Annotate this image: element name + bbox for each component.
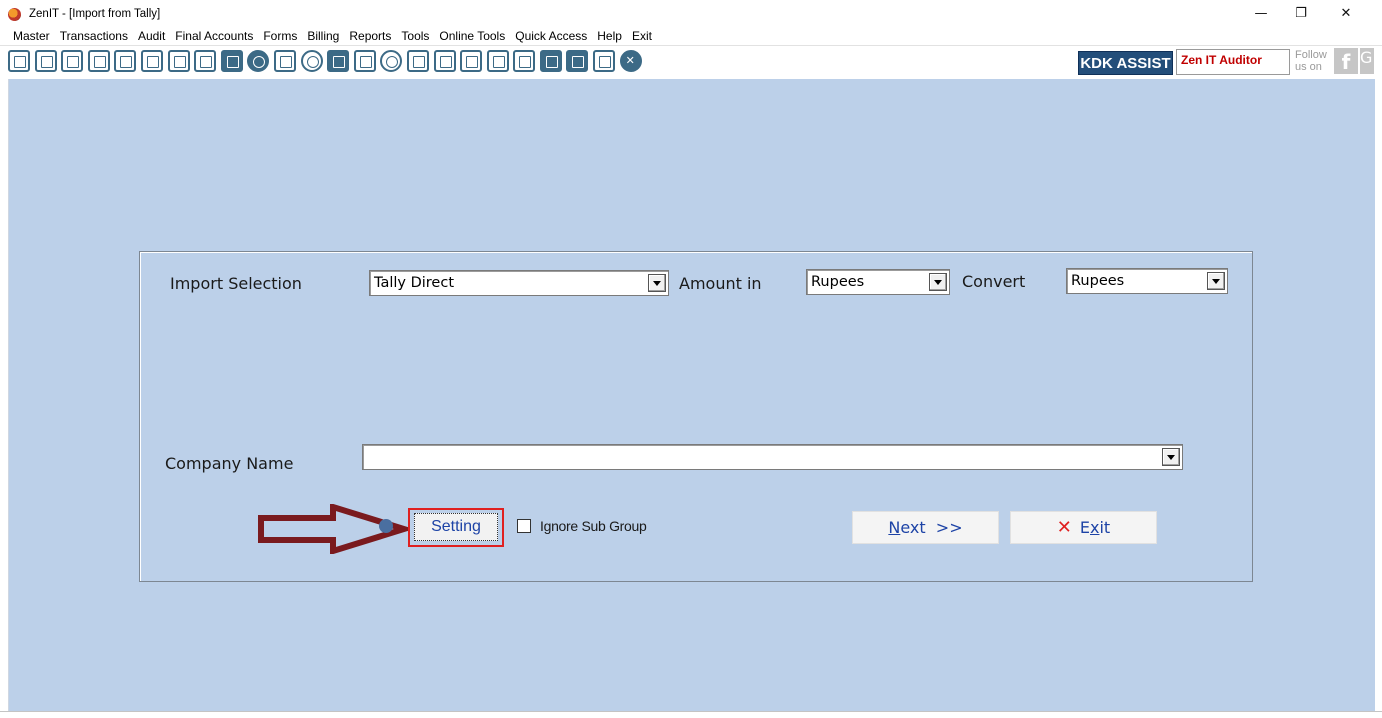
company-name-label: Company Name — [165, 454, 294, 473]
close-window-button[interactable]: ✕ — [1323, 0, 1369, 26]
close-circle-icon[interactable] — [619, 50, 642, 72]
building-icon[interactable] — [61, 50, 84, 72]
import-selection-dropdown[interactable]: Tally Direct — [369, 270, 669, 296]
exit-prefix: E — [1079, 518, 1090, 537]
amount-in-value: Rupees — [811, 274, 865, 290]
import-selection-value: Tally Direct — [374, 275, 455, 291]
rupee-icon[interactable] — [8, 50, 30, 72]
convert-value: Rupees — [1071, 273, 1125, 289]
toolbar-icons — [8, 50, 646, 72]
setting-button[interactable]: Setting — [414, 513, 498, 541]
zenit-app-icon — [8, 8, 21, 21]
info-icon[interactable] — [380, 50, 403, 72]
close-icon: ✕ — [1056, 517, 1072, 538]
exit-button[interactable]: ✕ Ex it — [1010, 511, 1157, 544]
exit-suffix: it — [1099, 518, 1111, 537]
window-title: ZenIT - [Import from Tally] — [29, 8, 161, 20]
restore-button[interactable]: ❐ — [1278, 0, 1324, 26]
company-name-dropdown[interactable] — [362, 444, 1183, 470]
google-icon[interactable]: G — [1360, 48, 1374, 74]
menu-reports[interactable]: Reports — [344, 29, 396, 43]
home-icon[interactable] — [34, 50, 57, 72]
search-doc-icon[interactable] — [513, 50, 536, 72]
menu-bar: Master Transactions Audit Final Accounts… — [0, 26, 1382, 45]
bs-icon[interactable] — [539, 50, 562, 72]
toolbar — [0, 45, 1382, 78]
amount-in-dropdown[interactable]: Rupees — [806, 269, 950, 295]
facebook-icon[interactable]: f — [1334, 48, 1358, 74]
chevron-down-icon[interactable] — [648, 274, 666, 292]
bs-sch-icon[interactable] — [566, 50, 589, 72]
menu-master[interactable]: Master — [8, 29, 55, 43]
kdk-assist-button[interactable]: KDK ASSIST — [1078, 51, 1173, 75]
calendar-icon[interactable] — [460, 50, 483, 72]
help-dot-icon — [379, 519, 393, 533]
menu-forms[interactable]: Forms — [258, 29, 302, 43]
pie-chart-icon[interactable] — [300, 50, 323, 72]
chevron-down-icon[interactable] — [1162, 448, 1180, 466]
import-selection-label: Import Selection — [170, 274, 302, 293]
menu-quick-access[interactable]: Quick Access — [510, 29, 592, 43]
amount-in-label: Amount in — [679, 274, 762, 293]
record-icon[interactable] — [247, 50, 270, 72]
exit-mnemonic: x — [1090, 518, 1100, 537]
menu-billing[interactable]: Billing — [302, 29, 344, 43]
folder-icon[interactable] — [486, 50, 509, 72]
user-doc-icon[interactable] — [433, 50, 456, 72]
ignore-sub-group-label: Ignore Sub Group — [540, 518, 647, 534]
users-icon[interactable] — [140, 50, 163, 72]
menu-help[interactable]: Help — [592, 29, 627, 43]
pen-icon[interactable] — [167, 50, 190, 72]
menu-tools[interactable]: Tools — [396, 29, 434, 43]
chevron-down-icon[interactable] — [1207, 272, 1225, 290]
ignore-sub-group-checkbox[interactable] — [517, 519, 531, 533]
next-mnemonic: N — [888, 518, 901, 537]
menu-transactions[interactable]: Transactions — [55, 29, 133, 43]
next-button[interactable]: Next >> — [852, 511, 999, 544]
gift-icon[interactable] — [114, 50, 137, 72]
bar-chart-icon[interactable] — [87, 50, 110, 72]
filter-icon[interactable] — [194, 50, 217, 72]
follow-us-label: Follow us on — [1295, 49, 1327, 73]
tax-icon[interactable] — [220, 50, 243, 72]
book-icon[interactable] — [353, 50, 376, 72]
report-icon[interactable] — [406, 50, 429, 72]
zen-it-auditor-button[interactable]: Zen IT Auditor — [1176, 49, 1290, 75]
menu-final-accounts[interactable]: Final Accounts — [170, 29, 258, 43]
convert-label: Convert — [962, 272, 1026, 291]
chevron-down-icon[interactable] — [929, 273, 947, 291]
calculator-icon[interactable] — [273, 50, 296, 72]
convert-dropdown[interactable]: Rupees — [1066, 268, 1228, 294]
3cd-icon[interactable] — [593, 50, 616, 72]
pay-icon[interactable] — [327, 50, 350, 72]
menu-online-tools[interactable]: Online Tools — [434, 29, 510, 43]
title-bar: ZenIT - [Import from Tally] — ❐ ✕ — [0, 0, 1382, 26]
menu-audit[interactable]: Audit — [133, 29, 170, 43]
status-strip — [0, 711, 1382, 718]
menu-exit[interactable]: Exit — [627, 29, 657, 43]
next-label: ext >> — [900, 518, 963, 537]
